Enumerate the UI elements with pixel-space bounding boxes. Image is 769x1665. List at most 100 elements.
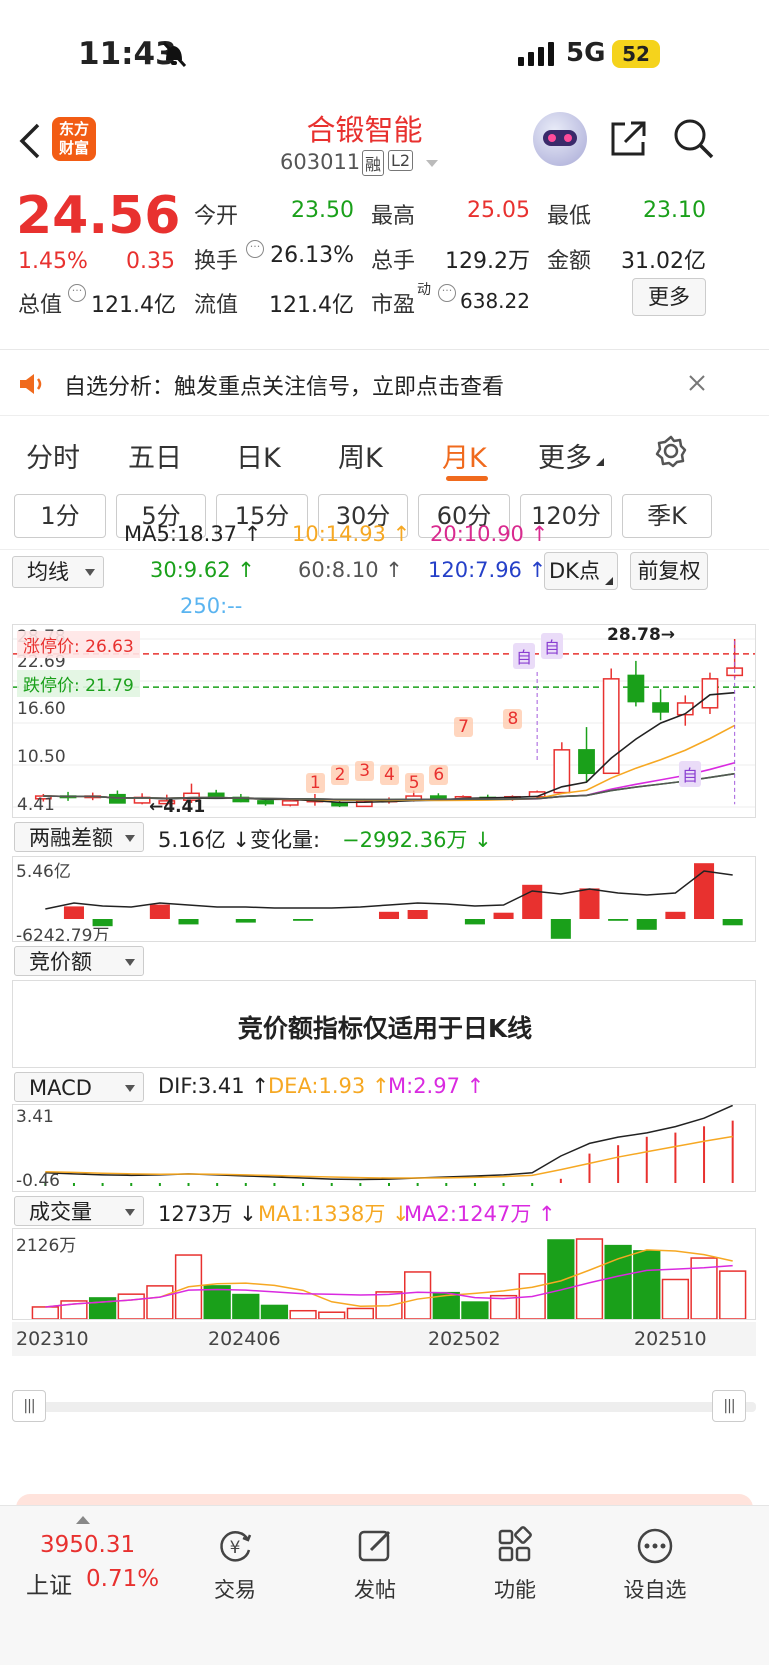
ma-line [43,724,736,802]
y-axis-label: -0.46 [16,1171,60,1191]
margin-bar [579,888,600,919]
close-icon[interactable] [688,374,706,392]
nav-functions[interactable]: 功能 [460,1526,570,1604]
x-axis-label: 202502 [428,1328,501,1350]
margin-bar [293,919,314,921]
nav-add-watchlist[interactable]: 设自选 [600,1526,710,1604]
nav-post[interactable]: 发帖 [320,1526,430,1604]
index-name[interactable]: 上证 [26,1566,72,1600]
period-1min[interactable]: 1分 [14,494,106,538]
robot-assistant-avatar[interactable] [533,112,587,166]
speaker-icon [20,374,42,394]
candle-body [281,800,299,806]
volume-canvas [31,1238,747,1319]
tab-monthly-k[interactable]: 月K [442,436,487,475]
current-price: 24.56 [16,186,181,246]
indicator-select-margin[interactable]: 两融差额 [14,822,144,852]
range-handle-left[interactable]: ||| [12,1390,46,1422]
stock-switch-caret[interactable] [426,160,438,167]
candle-body [109,793,126,804]
y-axis-label: 4.41 [17,795,55,815]
stock-code: 603011 [280,150,361,174]
macd-chart[interactable]: 3.41 -0.46 [12,1104,756,1192]
margin-bar [464,919,485,925]
signal-marker[interactable]: 2 [330,765,350,785]
candle-body [257,800,274,805]
margin-bar [608,919,629,921]
pe-value: 638.22 [460,289,530,313]
macd-canvas [44,1105,734,1186]
tab-intraday[interactable]: 分时 [26,436,80,475]
tab-daily-k[interactable]: 日K [236,436,281,475]
tab-five-day[interactable]: 五日 [128,436,182,475]
signal-marker[interactable]: 4 [380,765,399,785]
indicator-select-auction[interactable]: 竞价额 [14,946,144,976]
ma20-value: 20:10.90 ↑ [430,522,549,546]
gear-icon[interactable] [654,434,688,468]
nav-label: 设自选 [623,1578,687,1602]
bell-muted-icon [162,41,187,68]
search-icon[interactable] [672,117,716,161]
nav-label: 交易 [214,1578,256,1602]
index-value[interactable]: 3950.31 [40,1532,135,1558]
signal-marker[interactable]: 7 [454,717,473,737]
margin-bar [522,884,543,919]
share-icon[interactable] [607,118,649,160]
amount-label: 金额 [547,249,592,274]
notice-text: 自选分析：触发重点关注信号，立即点击查看 [64,375,505,400]
limit-up-price: 涨停价: 26.63 [17,631,140,658]
dk-point-button[interactable]: DK点 [544,552,618,590]
y-axis-label: 2126万 [16,1236,77,1256]
volume-value: 1273万 ↓ [158,1202,257,1226]
macd-dea-line [45,1135,733,1179]
open-value: 23.50 [291,198,354,223]
chart-range-scrollbar[interactable] [12,1402,756,1412]
more-button[interactable]: 更多 [632,278,706,316]
self-select-marker[interactable]: 自 [513,643,536,669]
margin-bar [665,911,686,919]
signal-marker[interactable]: 8 [503,709,523,729]
tab-more[interactable]: 更多 [538,436,592,475]
volume-bar [719,1270,747,1319]
yen-exchange-icon: ¥ [220,1531,252,1562]
kline-chart[interactable]: 28.78 22.69 16.60 10.50 4.41 涨停价: 26.63 … [12,624,756,818]
range-handle-right[interactable]: ||| [712,1390,746,1422]
margin-bar [550,919,571,939]
indicator-select-volume[interactable]: 成交量 [14,1196,144,1226]
signal-marker[interactable]: 3 [355,761,375,781]
self-select-marker[interactable]: 自 [541,633,564,659]
period-quarterly[interactable]: 季K [622,494,712,538]
margin-chart[interactable]: 5.46亿 -6242.79万 [12,856,756,942]
ma30-value: 30:9.62 ↑ [150,558,255,582]
expand-caret-icon[interactable] [76,1516,90,1524]
volume-bar [31,1306,59,1319]
candle-body [701,678,719,709]
indicator-select-ma[interactable]: 均线 [12,556,104,588]
grid-icon [498,1526,532,1562]
battery-icon: 52 [612,40,660,68]
auction-message: 竞价额指标仅适用于日K线 [237,1014,533,1043]
signal-marker[interactable]: 1 [305,773,325,793]
indicator-select-macd[interactable]: MACD [14,1072,144,1102]
margin-bar [235,919,256,923]
volume-value: 129.2万 [445,249,530,274]
signal-marker[interactable]: 5 [404,773,424,793]
volume-bar [117,1293,145,1319]
self-select-marker[interactable]: 自 [679,761,702,787]
y-axis-label: 10.50 [17,747,66,767]
index-change[interactable]: 0.71% [86,1566,159,1592]
margin-change-value: −2992.36万 ↓ [342,828,492,852]
nav-trade[interactable]: ¥ 交易 [180,1526,290,1604]
margin-bar [149,904,170,919]
volume-chart[interactable]: 2126万 [12,1228,756,1320]
quote-panel: 24.56 1.45% 0.35 今开 23.50 最高 25.05 最低 23… [0,186,769,350]
info-icon[interactable]: ··· [68,284,86,302]
volume-bar [232,1293,260,1319]
notice-bar[interactable]: 自选分析：触发重点关注信号，立即点击查看 [0,352,769,416]
adjust-price-button[interactable]: 前复权 [630,552,708,590]
macd-dea: DEA:1.93 ↑ [268,1074,390,1098]
margin-bar [722,919,743,926]
signal-marker[interactable]: 6 [429,765,449,785]
info-icon[interactable]: ··· [438,284,456,302]
tab-weekly-k[interactable]: 周K [338,436,383,475]
